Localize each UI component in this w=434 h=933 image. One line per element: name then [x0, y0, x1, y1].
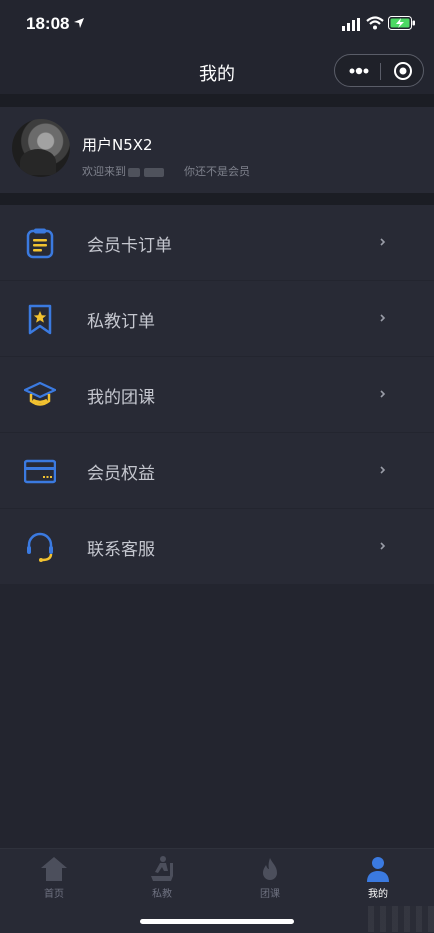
member-status: 你还不是会员 [184, 165, 250, 178]
menu-item-label: 私教订单 [87, 312, 155, 332]
headset-icon [27, 532, 53, 562]
status-bar: 18:08 [0, 0, 434, 50]
menu-list: 会员卡订单 私教订单 我的团课 会员权益 联系客服 [0, 205, 434, 585]
navigation-bar: 我的 [0, 50, 434, 94]
home-icon [41, 857, 67, 881]
menu-item-member-benefits[interactable]: 会员权益 [0, 433, 434, 509]
tab-mine[interactable]: 我的 [338, 855, 418, 900]
menu-item-label: 会员权益 [87, 464, 155, 484]
section-divider [0, 193, 434, 205]
close-mini-program-icon[interactable] [393, 61, 413, 81]
battery-charging-icon [388, 16, 415, 30]
redacted-text [144, 167, 164, 177]
location-arrow-icon [74, 18, 84, 28]
user-icon [367, 857, 389, 882]
menu-item-label: 联系客服 [87, 540, 155, 560]
tab-label: 私教 [152, 889, 172, 900]
wifi-icon [366, 16, 384, 30]
redacted-text [128, 167, 140, 177]
bookmark-star-icon [28, 304, 52, 335]
menu-item-label: 我的团课 [87, 388, 155, 408]
chevron-right-icon [380, 314, 386, 322]
tab-label: 我的 [368, 889, 388, 900]
cellular-signal-icon [342, 18, 360, 31]
status-time: 18:08 [26, 14, 70, 33]
chevron-right-icon [380, 238, 386, 246]
more-options-icon[interactable] [348, 64, 370, 78]
treadmill-icon [151, 856, 173, 881]
tab-label: 团课 [260, 889, 280, 900]
tab-home[interactable]: 首页 [14, 855, 94, 900]
menu-item-private-training-orders[interactable]: 私教订单 [0, 281, 434, 357]
menu-item-label: 会员卡订单 [87, 236, 172, 256]
menu-item-my-group-classes[interactable]: 我的团课 [0, 357, 434, 433]
flame-icon [263, 858, 277, 880]
chevron-right-icon [380, 390, 386, 398]
menu-item-membership-card-orders[interactable]: 会员卡订单 [0, 205, 434, 281]
card-icon [24, 459, 56, 484]
tab-label: 首页 [44, 889, 64, 900]
menu-item-customer-service[interactable]: 联系客服 [0, 509, 434, 585]
graduation-cap-icon [24, 381, 56, 406]
chevron-right-icon [380, 542, 386, 550]
mini-program-capsule [334, 54, 424, 87]
username: 用户N5X2 [82, 136, 153, 154]
welcome-text: 欢迎来到 [82, 163, 166, 179]
welcome-prefix: 欢迎来到 [82, 165, 126, 178]
watermark [368, 906, 434, 932]
home-indicator[interactable] [140, 919, 294, 924]
clipboard-icon [26, 228, 54, 259]
chevron-right-icon [380, 466, 386, 474]
tab-private-training[interactable]: 私教 [122, 855, 202, 900]
profile-card[interactable]: 用户N5X2 欢迎来到 你还不是会员 [0, 107, 434, 193]
avatar[interactable] [12, 119, 70, 177]
tab-group-classes[interactable]: 团课 [230, 855, 310, 900]
capsule-divider [380, 63, 381, 80]
section-divider [0, 94, 434, 107]
